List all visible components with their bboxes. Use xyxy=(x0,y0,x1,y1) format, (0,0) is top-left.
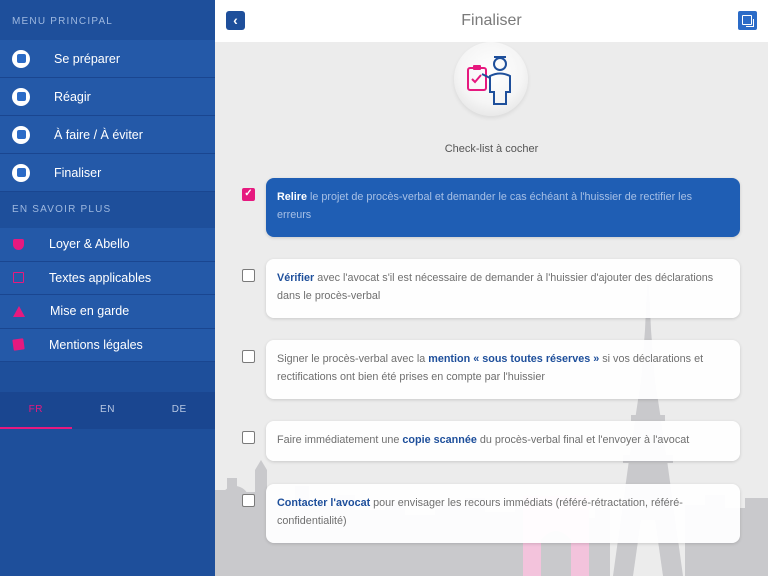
card-text: du procès-verbal final et l'envoyer à l'… xyxy=(476,434,690,446)
sidebar-item-reagir[interactable]: Réagir xyxy=(0,78,215,116)
sidebar-item-textes[interactable]: Textes applicables xyxy=(0,261,215,295)
main-panel: ‹ Finaliser Check-list à cocher ✓ Relire… xyxy=(215,0,768,576)
sidebar-item-mise-en-garde[interactable]: Mise en garde xyxy=(0,295,215,329)
sidebar-item-label: Mise en garde xyxy=(50,304,130,319)
language-switcher: FR EN DE xyxy=(0,392,215,429)
section-header-learn-more: EN SAVOIR PLUS xyxy=(0,192,215,228)
language-tab-en[interactable]: EN xyxy=(72,392,144,429)
card-bold-text: Relire xyxy=(277,191,308,203)
page-title: Finaliser xyxy=(461,12,522,29)
sidebar-item-label: Textes applicables xyxy=(49,270,152,285)
warning-icon xyxy=(13,305,25,317)
sidebar: MENU PRINCIPAL Se préparer Réagir À fair… xyxy=(0,0,215,576)
hero-illustration xyxy=(454,42,528,116)
checkbox-item-3[interactable] xyxy=(242,350,255,363)
checkbox-item-5[interactable] xyxy=(242,494,255,507)
sidebar-item-a-faire[interactable]: À faire / À éviter xyxy=(0,116,215,154)
sidebar-item-label: À faire / À éviter xyxy=(54,127,143,142)
checklist-card-1[interactable]: Relire le projet de procès-verbal et dem… xyxy=(266,178,740,237)
language-tab-de[interactable]: DE xyxy=(143,392,215,429)
sidebar-item-label: Finaliser xyxy=(54,165,102,180)
sidebar-item-se-preparer[interactable]: Se préparer xyxy=(0,40,215,78)
sidebar-item-label: Se préparer xyxy=(54,51,121,66)
card-bold-text: copie scannée xyxy=(402,434,477,446)
card-text: le projet de procès-verbal et demander l… xyxy=(277,191,692,221)
checklist-label: Check-list à cocher xyxy=(444,143,539,155)
do-dont-icon xyxy=(12,125,30,144)
sidebar-item-label: Loyer & Abello xyxy=(49,237,130,252)
sidebar-item-finaliser[interactable]: Finaliser xyxy=(0,154,215,192)
window-toggle-icon[interactable] xyxy=(738,11,757,30)
sidebar-item-loyer-abello[interactable]: Loyer & Abello xyxy=(0,228,215,262)
checkbox-item-4[interactable] xyxy=(242,431,255,444)
finalize-icon xyxy=(12,163,30,182)
clipboard-person-icon xyxy=(467,56,511,105)
card-bold-text: Vérifier xyxy=(277,272,315,284)
sidebar-item-label: Réagir xyxy=(54,89,91,104)
card-text: avec l'avocat s'il est nécessaire de dem… xyxy=(277,272,714,302)
section-header-main-menu: MENU PRINCIPAL xyxy=(0,0,215,40)
language-tab-fr[interactable]: FR xyxy=(0,392,72,429)
checkbox-item-1[interactable]: ✓ xyxy=(242,188,255,201)
card-text-pre: Faire immédiatement une xyxy=(277,434,403,446)
sidebar-item-label: Mentions légales xyxy=(49,337,143,352)
legal-icon xyxy=(12,338,25,351)
checklist-card-5[interactable]: Contacter l'avocat pour envisager les re… xyxy=(266,484,740,543)
react-icon xyxy=(12,87,30,106)
checklist-card-3[interactable]: Signer le procès-verbal avec la mention … xyxy=(266,340,740,399)
checklist-card-4[interactable]: Faire immédiatement une copie scannée du… xyxy=(266,421,740,461)
checkbox-item-2[interactable] xyxy=(242,269,255,282)
sidebar-item-mentions[interactable]: Mentions légales xyxy=(0,328,215,362)
checkmark-icon: ✓ xyxy=(244,188,253,199)
card-bold-text: mention « sous toutes réserves » xyxy=(428,353,600,365)
shield-icon xyxy=(13,238,24,250)
checklist-card-2[interactable]: Vérifier avec l'avocat s'il est nécessai… xyxy=(266,259,740,318)
prepare-icon xyxy=(12,49,30,68)
card-bold-text: Contacter l'avocat xyxy=(277,497,371,509)
top-navigation-bar: ‹ Finaliser xyxy=(215,0,768,42)
document-icon xyxy=(13,272,24,284)
card-text-pre: Signer le procès-verbal avec la xyxy=(277,353,429,365)
